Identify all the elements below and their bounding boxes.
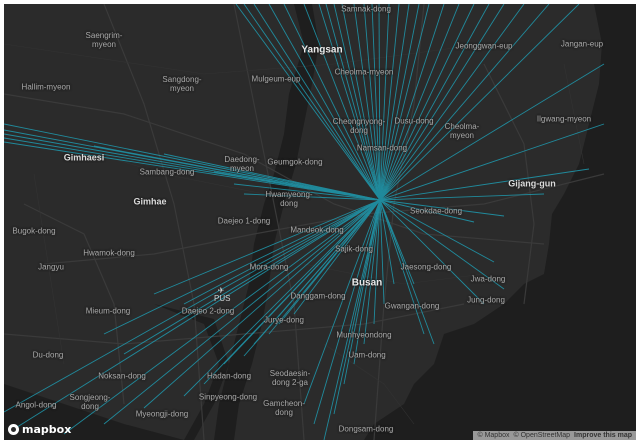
place-label-hwamok-dong: Hwamok-dong xyxy=(83,248,135,258)
place-label-jwa-dong: Jwa-dong xyxy=(470,274,506,284)
place-label-uam-dong: Uam-dong xyxy=(348,350,386,360)
place-label-sajik-dong: Sajik-dong xyxy=(335,244,373,254)
place-label-cheolma-myeon: Cheolma-myeon xyxy=(334,67,394,77)
mapbox-logo[interactable]: mapbox xyxy=(8,423,71,436)
place-label-gijang-gun: Gijang-gun xyxy=(508,178,556,189)
place-label-geumgok-dong: Geumgok-dong xyxy=(267,157,323,167)
flow-line xyxy=(278,199,381,325)
airport-code: PUS xyxy=(214,294,231,303)
place-label-yangsan: Yangsan xyxy=(301,44,343,56)
place-label-busan: Busan xyxy=(351,277,383,289)
flow-line xyxy=(379,193,545,201)
place-label-dongsam-dong: Dongsam-dong xyxy=(338,424,394,434)
flow-line xyxy=(318,4,381,201)
flow-line xyxy=(379,63,605,201)
mapbox-logo-icon xyxy=(8,424,19,435)
place-label-saengrim-myeon: Saengrim- myeon xyxy=(85,31,123,49)
place-label-gimhae: Gimhae xyxy=(133,196,167,207)
place-label-gwangan-dong: Gwangan-dong xyxy=(384,301,440,311)
place-label-du-dong: Du-dong xyxy=(32,350,64,360)
place-label-mulgeum-eup: Mulgeum-eup xyxy=(251,74,301,84)
flow-line xyxy=(379,199,435,345)
place-label-daejeo2-dong: Daejeo 2-dong xyxy=(181,306,235,316)
place-label-mora-dong: Mora-dong xyxy=(249,262,289,272)
place-label-noksan-dong: Noksan-dong xyxy=(98,371,146,381)
place-label-cheolma-myeon-2: Cheolma- myeon xyxy=(444,122,480,140)
place-label-jaesong-dong: Jaesong-dong xyxy=(400,262,452,272)
flow-line xyxy=(379,199,485,305)
place-label-hadan-dong: Hadan-dong xyxy=(206,371,252,381)
place-label-dusu-dong: Dusu-dong xyxy=(394,116,434,126)
place-label-gamcheon-dong: Gamcheon- dong xyxy=(263,399,305,417)
mapbox-logo-text: mapbox xyxy=(22,423,72,436)
place-label-munhyeon-dong: Munhyeondong xyxy=(336,330,392,340)
place-label-bugok-dong: Bugok-dong xyxy=(12,226,56,236)
place-label-samnak-dong: Samnak-dong xyxy=(341,4,391,14)
flow-line xyxy=(379,4,460,201)
airport-marker[interactable]: ✈ PUS xyxy=(214,287,231,303)
flow-line xyxy=(323,199,381,440)
place-label-ilgwang-myeon: Ilgwang-myeon xyxy=(536,114,592,124)
place-label-danggam-dong: Danggam-dong xyxy=(290,291,346,301)
attribution-osm-link[interactable]: © OpenStreetMap xyxy=(514,432,571,439)
attribution-bar: © Mapbox © OpenStreetMap Improve this ma… xyxy=(473,431,636,440)
place-label-hallim-myeon: Hallim-myeon xyxy=(21,82,71,92)
place-label-namsan-dong: Namsan-dong xyxy=(356,143,408,153)
flow-line xyxy=(379,168,590,201)
flow-line xyxy=(379,4,580,201)
place-label-seokdae-dong: Seokdae-dong xyxy=(409,206,463,216)
flow-line xyxy=(379,4,550,201)
place-label-mieum-dong: Mieum-dong xyxy=(85,306,131,316)
place-label-jangyu: Jangyu xyxy=(38,262,64,272)
place-label-sangdong-myeon: Sangdong- myeon xyxy=(162,75,202,93)
place-label-daejeo1-dong: Daejeo 1-dong xyxy=(217,216,271,226)
place-label-jeonggwan-eup: Jeonggwan-eup xyxy=(455,41,513,51)
improve-map-link[interactable]: Improve this map xyxy=(574,432,632,439)
map-canvas[interactable]: Samnak-dong Saengrim- myeon Yangsan Jeonggw… xyxy=(4,4,636,440)
place-label-mandeok-dong: Mandeok-dong xyxy=(290,225,344,235)
flow-line xyxy=(4,123,381,201)
place-label-cheongnyongno-dong: Cheongnyong- dong xyxy=(332,117,386,135)
flow-line xyxy=(379,4,505,201)
place-label-jurye-dong: Jurye-dong xyxy=(263,315,305,325)
place-label-myeongji-dong: Myeongji-dong xyxy=(135,409,189,419)
place-label-jangan-eup: Jangan-eup xyxy=(560,39,604,49)
place-label-hwamyeong-dong: Hwamyeong- dong xyxy=(265,190,313,208)
flow-line xyxy=(379,4,420,201)
place-label-daedong-myeon: Daedong- myeon xyxy=(224,155,260,173)
flow-line xyxy=(303,4,381,201)
place-label-sambang-dong: Sambang-dong xyxy=(139,167,195,177)
place-label-gimhaesi: Gimhaesi xyxy=(63,152,105,163)
place-label-seodaesin-dong-2-ga: Seodaesin- dong 2-ga xyxy=(269,369,311,387)
place-label-sinpyeong-dong: Sinpyeong-dong xyxy=(198,392,258,402)
place-label-songjeong-dong: Songjeong- dong xyxy=(69,393,111,411)
place-label-jung-dong: Jung-dong xyxy=(467,295,505,305)
attribution-mapbox-link[interactable]: © Mapbox xyxy=(477,432,509,439)
place-label-angol-dong: Angol-dong xyxy=(15,400,57,410)
